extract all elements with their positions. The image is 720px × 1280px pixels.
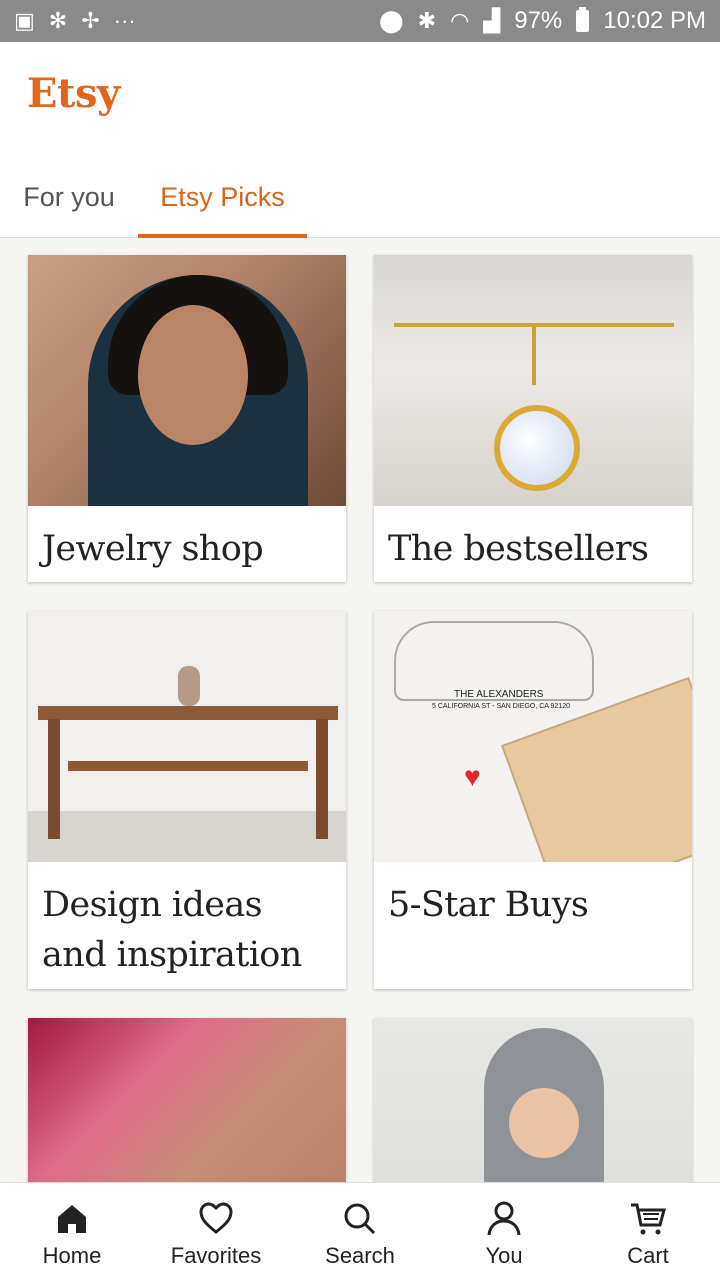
- nav-search[interactable]: Search: [288, 1183, 432, 1280]
- nav-label: Search: [325, 1243, 395, 1268]
- card-title: Jewelry shop: [42, 529, 264, 569]
- status-bar: ▣ ✻ ✢ ··· ⬤ ✱ ◠ ▟ 97% 10:02 PM: [0, 0, 720, 42]
- card-necklace[interactable]: [28, 1018, 346, 1182]
- tab-for-you[interactable]: For you: [0, 157, 138, 238]
- search-icon: [344, 1203, 376, 1235]
- cart-icon: [631, 1203, 666, 1235]
- signal-icon: ▟: [483, 8, 501, 33]
- card-jewelry-shop[interactable]: Jewelry shop: [28, 255, 346, 582]
- more-dots-icon: ···: [113, 8, 136, 33]
- image-icon: ▣: [14, 8, 35, 33]
- nav-label: Home: [42, 1243, 102, 1268]
- pinwheel-outline-icon: ✢: [81, 8, 100, 33]
- battery-icon: [576, 7, 590, 32]
- card-title: 5-Star Buys: [388, 885, 589, 925]
- nav-cart[interactable]: Cart: [576, 1183, 720, 1280]
- picks-grid: Jewelry shop The bestsellers Design idea…: [0, 238, 720, 1182]
- card-bestsellers[interactable]: The bestsellers: [374, 255, 692, 582]
- bottom-navigation: Home Favorites Search You Cart: [0, 1182, 720, 1280]
- card-title: The bestsellers: [388, 529, 649, 569]
- status-left-icons: ▣ ✻ ✢ ···: [14, 10, 136, 32]
- necklace-image: [28, 1018, 346, 1182]
- heart-icon: [199, 1202, 233, 1234]
- person-icon: [487, 1201, 521, 1236]
- card-kids-costume[interactable]: [374, 1018, 692, 1182]
- card-title: Design ideas and inspiration: [42, 885, 302, 975]
- heart-decoration-icon: ♥: [464, 761, 481, 792]
- tab-bar: For you Etsy Picks: [0, 157, 720, 238]
- nav-home[interactable]: Home: [0, 1183, 144, 1280]
- stamp-address-text: 5 CALIFORNIA ST - SAN DIEGO, CA 92120: [432, 703, 570, 710]
- app-header: Etsy For you Etsy Picks: [0, 42, 720, 238]
- etsy-logo[interactable]: Etsy: [27, 70, 120, 117]
- shark-costume-image: [374, 1018, 692, 1182]
- jewelry-model-image: [28, 255, 346, 506]
- nav-you[interactable]: You: [432, 1183, 576, 1280]
- nav-favorites[interactable]: Favorites: [144, 1183, 288, 1280]
- card-5-star-buys[interactable]: THE ALEXANDERS 5 CALIFORNIA ST - SAN DIE…: [374, 611, 692, 989]
- nav-label: Favorites: [170, 1243, 262, 1268]
- bluetooth-icon: ✱: [417, 8, 437, 33]
- nav-label: Cart: [627, 1243, 669, 1268]
- dining-table-image: [28, 611, 346, 862]
- tab-etsy-picks[interactable]: Etsy Picks: [138, 157, 307, 238]
- custom-stamp-image: THE ALEXANDERS 5 CALIFORNIA ST - SAN DIE…: [374, 611, 692, 862]
- nav-label: You: [485, 1243, 523, 1268]
- battery-percent: 97%: [514, 7, 563, 34]
- clock: 10:02 PM: [603, 7, 706, 34]
- card-design-ideas[interactable]: Design ideas and inspiration: [28, 611, 346, 989]
- location-icon: ⬤: [379, 8, 404, 33]
- opal-pendant-image: [374, 255, 692, 506]
- pinwheel-icon: ✻: [48, 8, 68, 33]
- home-icon: [58, 1205, 86, 1233]
- stamp-name-text: THE ALEXANDERS: [454, 689, 544, 700]
- wifi-icon: ◠: [450, 8, 470, 33]
- status-right-icons: ⬤ ✱ ◠ ▟ 97% 10:02 PM: [379, 7, 706, 35]
